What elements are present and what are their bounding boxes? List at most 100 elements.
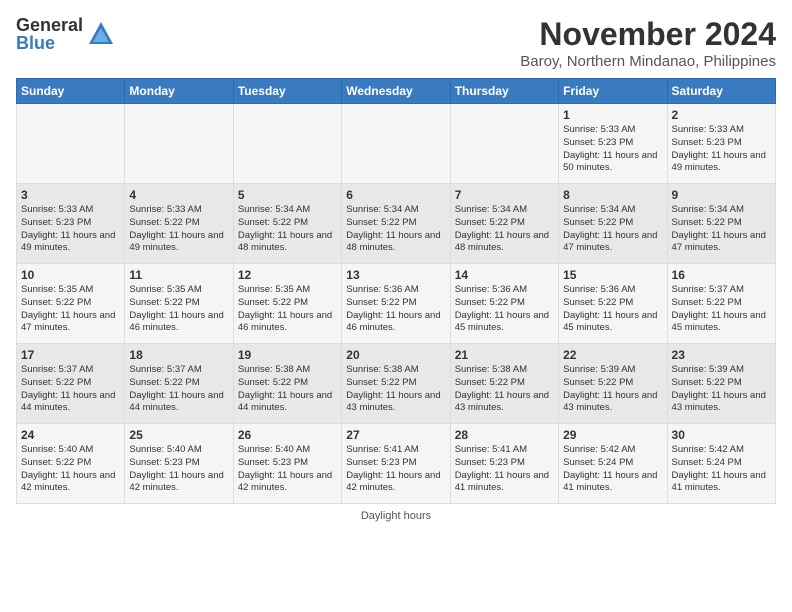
day-info: Sunrise: 5:34 AMSunset: 5:22 PMDaylight:…	[346, 204, 445, 255]
day-info: Sunrise: 5:42 AMSunset: 5:24 PMDaylight:…	[672, 444, 771, 495]
day-info: Sunrise: 5:36 AMSunset: 5:22 PMDaylight:…	[455, 284, 554, 335]
day-number: 9	[672, 188, 771, 202]
day-info: Sunrise: 5:36 AMSunset: 5:22 PMDaylight:…	[346, 284, 445, 335]
calendar-cell: 20 Sunrise: 5:38 AMSunset: 5:22 PMDayligh…	[342, 344, 450, 424]
day-number: 16	[672, 268, 771, 282]
day-info: Sunrise: 5:38 AMSunset: 5:22 PMDaylight:…	[346, 364, 445, 415]
calendar-cell: 17 Sunrise: 5:37 AMSunset: 5:22 PMDayligh…	[17, 344, 125, 424]
day-info: Sunrise: 5:37 AMSunset: 5:22 PMDaylight:…	[672, 284, 771, 335]
day-info: Sunrise: 5:41 AMSunset: 5:23 PMDaylight:…	[455, 444, 554, 495]
calendar-cell: 26 Sunrise: 5:40 AMSunset: 5:23 PMDayligh…	[233, 424, 341, 504]
day-number: 30	[672, 428, 771, 442]
calendar-week-1: 1 Sunrise: 5:33 AMSunset: 5:23 PMDaylight…	[17, 104, 776, 184]
calendar-cell: 19 Sunrise: 5:38 AMSunset: 5:22 PMDayligh…	[233, 344, 341, 424]
calendar-cell: 7 Sunrise: 5:34 AMSunset: 5:22 PMDaylight…	[450, 184, 558, 264]
calendar-cell: 28 Sunrise: 5:41 AMSunset: 5:23 PMDayligh…	[450, 424, 558, 504]
day-number: 22	[563, 348, 662, 362]
logo-blue-text: Blue	[16, 34, 83, 52]
day-number: 6	[346, 188, 445, 202]
day-info: Sunrise: 5:42 AMSunset: 5:24 PMDaylight:…	[563, 444, 662, 495]
calendar-week-3: 10 Sunrise: 5:35 AMSunset: 5:22 PMDayligh…	[17, 264, 776, 344]
calendar-header: Sunday Monday Tuesday Wednesday Thursday…	[17, 79, 776, 104]
col-tuesday: Tuesday	[233, 79, 341, 104]
calendar-cell	[233, 104, 341, 184]
day-number: 27	[346, 428, 445, 442]
calendar-cell: 22 Sunrise: 5:39 AMSunset: 5:22 PMDayligh…	[559, 344, 667, 424]
col-wednesday: Wednesday	[342, 79, 450, 104]
day-number: 19	[238, 348, 337, 362]
day-number: 24	[21, 428, 120, 442]
day-number: 4	[129, 188, 228, 202]
day-info: Sunrise: 5:39 AMSunset: 5:22 PMDaylight:…	[672, 364, 771, 415]
page-header: General Blue November 2024 Baroy, Northe…	[16, 16, 776, 70]
day-number: 10	[21, 268, 120, 282]
calendar-cell: 25Sunrise: 5:40 AMSunset: 5:23 PMDayligh…	[125, 424, 233, 504]
col-sunday: Sunday	[17, 79, 125, 104]
calendar-cell: 16 Sunrise: 5:37 AMSunset: 5:22 PMDayligh…	[667, 264, 775, 344]
day-number: 3	[21, 188, 120, 202]
day-info: Sunrise: 5:33 AMSunset: 5:23 PMDaylight:…	[672, 124, 771, 175]
col-thursday: Thursday	[450, 79, 558, 104]
day-number: 28	[455, 428, 554, 442]
day-info: Sunrise: 5:40 AMSunset: 5:23 PMDaylight:…	[129, 444, 228, 495]
calendar-cell	[125, 104, 233, 184]
day-info: Sunrise: 5:33 AMSunset: 5:23 PMDaylight:…	[21, 204, 120, 255]
header-row: Sunday Monday Tuesday Wednesday Thursday…	[17, 79, 776, 104]
day-number: 18	[129, 348, 228, 362]
calendar-cell: 9 Sunrise: 5:34 AMSunset: 5:22 PMDaylight…	[667, 184, 775, 264]
calendar-cell	[17, 104, 125, 184]
logo: General Blue	[16, 16, 115, 52]
day-number: 17	[21, 348, 120, 362]
calendar-cell: 18Sunrise: 5:37 AMSunset: 5:22 PMDayligh…	[125, 344, 233, 424]
logo-general-text: General	[16, 16, 83, 34]
calendar-cell: 3 Sunrise: 5:33 AMSunset: 5:23 PMDaylight…	[17, 184, 125, 264]
calendar-cell: 30 Sunrise: 5:42 AMSunset: 5:24 PMDayligh…	[667, 424, 775, 504]
day-number: 11	[129, 268, 228, 282]
day-number: 13	[346, 268, 445, 282]
day-number: 12	[238, 268, 337, 282]
day-info: Sunrise: 5:33 AMSunset: 5:23 PMDaylight:…	[563, 124, 662, 175]
calendar-table: Sunday Monday Tuesday Wednesday Thursday…	[16, 78, 776, 504]
footer-daylight-hours: Daylight hours	[361, 510, 431, 522]
day-info: Sunrise: 5:34 AMSunset: 5:22 PMDaylight:…	[455, 204, 554, 255]
day-number: 2	[672, 108, 771, 122]
calendar-cell: 8 Sunrise: 5:34 AMSunset: 5:22 PMDaylight…	[559, 184, 667, 264]
calendar-cell: 4Sunrise: 5:33 AMSunset: 5:22 PMDaylight…	[125, 184, 233, 264]
calendar-cell: 24 Sunrise: 5:40 AMSunset: 5:22 PMDayligh…	[17, 424, 125, 504]
day-info: Sunrise: 5:34 AMSunset: 5:22 PMDaylight:…	[672, 204, 771, 255]
day-info: Sunrise: 5:35 AMSunset: 5:22 PMDaylight:…	[129, 284, 228, 335]
day-info: Sunrise: 5:35 AMSunset: 5:22 PMDaylight:…	[21, 284, 120, 335]
day-info: Sunrise: 5:36 AMSunset: 5:22 PMDaylight:…	[563, 284, 662, 335]
calendar-body: 1 Sunrise: 5:33 AMSunset: 5:23 PMDaylight…	[17, 104, 776, 504]
day-info: Sunrise: 5:34 AMSunset: 5:22 PMDaylight:…	[563, 204, 662, 255]
calendar-cell: 2 Sunrise: 5:33 AMSunset: 5:23 PMDaylight…	[667, 104, 775, 184]
calendar-cell: 27Sunrise: 5:41 AMSunset: 5:23 PMDayligh…	[342, 424, 450, 504]
day-info: Sunrise: 5:34 AMSunset: 5:22 PMDaylight:…	[238, 204, 337, 255]
calendar-cell	[342, 104, 450, 184]
calendar-cell: 23Sunrise: 5:39 AMSunset: 5:22 PMDayligh…	[667, 344, 775, 424]
col-friday: Friday	[559, 79, 667, 104]
footer-legend: Daylight hours	[16, 510, 776, 522]
month-title: November 2024	[520, 16, 776, 53]
calendar-cell: 12 Sunrise: 5:35 AMSunset: 5:22 PMDayligh…	[233, 264, 341, 344]
day-number: 7	[455, 188, 554, 202]
calendar-cell: 21Sunrise: 5:38 AMSunset: 5:22 PMDayligh…	[450, 344, 558, 424]
day-number: 14	[455, 268, 554, 282]
day-info: Sunrise: 5:38 AMSunset: 5:22 PMDaylight:…	[455, 364, 554, 415]
calendar-week-5: 24 Sunrise: 5:40 AMSunset: 5:22 PMDayligh…	[17, 424, 776, 504]
calendar-cell: 29Sunrise: 5:42 AMSunset: 5:24 PMDayligh…	[559, 424, 667, 504]
location-title: Baroy, Northern Mindanao, Philippines	[520, 53, 776, 70]
col-monday: Monday	[125, 79, 233, 104]
calendar-week-2: 3 Sunrise: 5:33 AMSunset: 5:23 PMDaylight…	[17, 184, 776, 264]
day-info: Sunrise: 5:35 AMSunset: 5:22 PMDaylight:…	[238, 284, 337, 335]
day-info: Sunrise: 5:37 AMSunset: 5:22 PMDaylight:…	[21, 364, 120, 415]
day-info: Sunrise: 5:38 AMSunset: 5:22 PMDaylight:…	[238, 364, 337, 415]
day-info: Sunrise: 5:39 AMSunset: 5:22 PMDaylight:…	[563, 364, 662, 415]
day-info: Sunrise: 5:40 AMSunset: 5:23 PMDaylight:…	[238, 444, 337, 495]
day-number: 1	[563, 108, 662, 122]
day-number: 8	[563, 188, 662, 202]
day-number: 26	[238, 428, 337, 442]
day-info: Sunrise: 5:40 AMSunset: 5:22 PMDaylight:…	[21, 444, 120, 495]
calendar-cell: 5Sunrise: 5:34 AMSunset: 5:22 PMDaylight…	[233, 184, 341, 264]
day-number: 20	[346, 348, 445, 362]
